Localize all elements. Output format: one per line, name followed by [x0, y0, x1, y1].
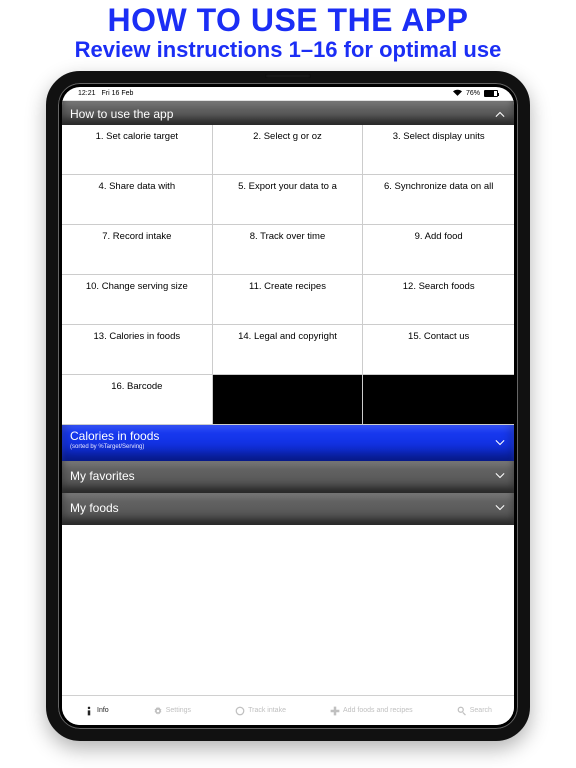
tab-label: Search [470, 707, 492, 714]
chevron-down-icon [494, 502, 506, 514]
tab-label: Track intake [248, 707, 286, 714]
promo-banner: HOW TO USE THE APP Review instructions 1… [0, 0, 576, 67]
info-icon [84, 706, 94, 716]
tablet-mockup: 12:21 Fri 16 Feb 76% How to use the app … [46, 71, 530, 741]
tab-label: Info [97, 707, 109, 714]
tab-label: Settings [166, 707, 191, 714]
search-icon [457, 706, 467, 716]
tab-settings[interactable]: Settings [153, 706, 191, 716]
status-time: 12:21 [78, 90, 96, 97]
section-title: How to use the app [70, 107, 173, 121]
status-bar: 12:21 Fri 16 Feb 76% [62, 87, 514, 101]
instruction-cell-12[interactable]: 12. Search foods [363, 275, 514, 325]
instruction-cell-13[interactable]: 13. Calories in foods [62, 325, 213, 375]
section-title: Calories in foods [70, 429, 159, 443]
empty-cell [363, 375, 514, 425]
tab-track-intake[interactable]: Track intake [235, 706, 286, 716]
promo-title: HOW TO USE THE APP [0, 2, 576, 39]
promo-subtitle: Review instructions 1–16 for optimal use [0, 37, 576, 63]
wifi-icon [453, 89, 462, 98]
instruction-cell-15[interactable]: 15. Contact us [363, 325, 514, 375]
chevron-down-icon [494, 437, 506, 449]
instruction-cell-14[interactable]: 14. Legal and copyright [213, 325, 364, 375]
instruction-cell-5[interactable]: 5. Export your data to a [213, 175, 364, 225]
plus-icon [330, 706, 340, 716]
instruction-cell-10[interactable]: 10. Change serving size [62, 275, 213, 325]
instruction-cell-3[interactable]: 3. Select display units [363, 125, 514, 175]
section-title: My foods [70, 501, 119, 515]
chevron-down-icon [494, 470, 506, 482]
tab-add-foods[interactable]: Add foods and recipes [330, 706, 413, 716]
instruction-cell-1[interactable]: 1. Set calorie target [62, 125, 213, 175]
tab-info[interactable]: Info [84, 706, 109, 716]
instructions-grid: 1. Set calorie target 2. Select g or oz … [62, 125, 514, 425]
tab-search[interactable]: Search [457, 706, 492, 716]
battery-icon [484, 90, 498, 97]
chevron-up-icon [494, 108, 506, 120]
instruction-cell-6[interactable]: 6. Synchronize data on all [363, 175, 514, 225]
empty-cell [213, 375, 364, 425]
section-how-to-use[interactable]: How to use the app [62, 101, 514, 125]
instruction-cell-7[interactable]: 7. Record intake [62, 225, 213, 275]
section-calories-in-foods[interactable]: Calories in foods (sorted by %Target/Ser… [62, 425, 514, 461]
instruction-cell-9[interactable]: 9. Add food [363, 225, 514, 275]
section-subtitle: (sorted by %Target/Serving) [70, 444, 506, 450]
section-my-favorites[interactable]: My favorites [62, 461, 514, 493]
instruction-cell-11[interactable]: 11. Create recipes [213, 275, 364, 325]
instruction-cell-8[interactable]: 8. Track over time [213, 225, 364, 275]
status-date: Fri 16 Feb [102, 90, 134, 97]
instruction-cell-4[interactable]: 4. Share data with [62, 175, 213, 225]
tab-bar: Info Settings Track intake Add foods and… [62, 695, 514, 725]
camera-notch [265, 74, 311, 78]
circle-icon [235, 706, 245, 716]
gear-icon [153, 706, 163, 716]
instruction-cell-2[interactable]: 2. Select g or oz [213, 125, 364, 175]
battery-percent: 76% [466, 90, 480, 97]
section-title: My favorites [70, 469, 135, 483]
instruction-cell-16[interactable]: 16. Barcode [62, 375, 213, 425]
tab-label: Add foods and recipes [343, 707, 413, 714]
section-my-foods[interactable]: My foods [62, 493, 514, 525]
